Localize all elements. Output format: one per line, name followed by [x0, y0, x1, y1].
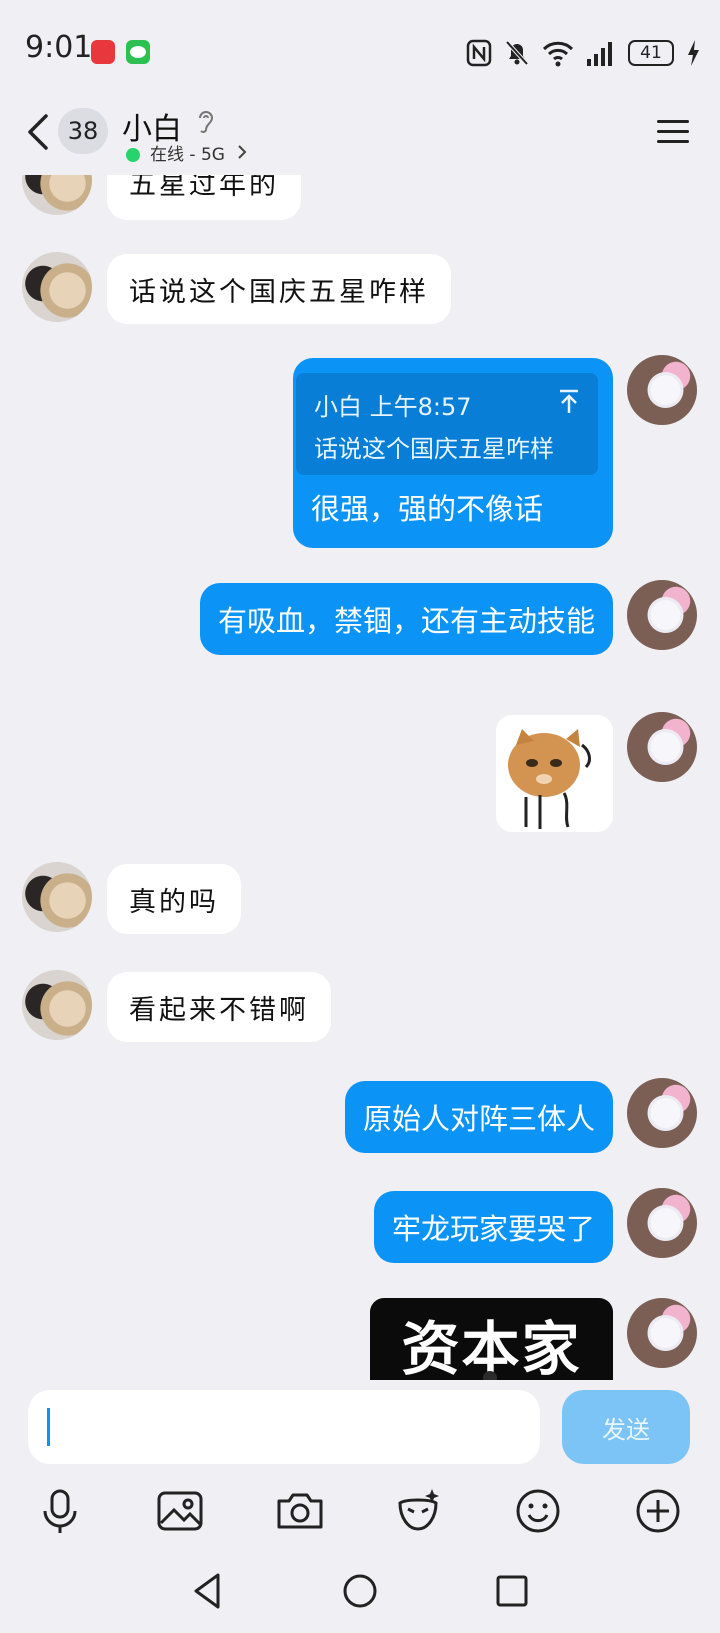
chevron-right-icon[interactable] — [236, 142, 248, 162]
send-button[interactable]: 发送 — [562, 1390, 690, 1464]
message-list[interactable]: 五星过年的 话说这个国庆五星咋样 很强，强的不像话 小白 上午8:57 话说这个… — [0, 175, 720, 1380]
self-avatar[interactable] — [627, 355, 697, 425]
message-text: 很强，强的不像话 — [311, 492, 544, 526]
message-bubble[interactable]: 牢龙玩家要哭了 — [373, 1191, 613, 1263]
message-text: 五星过年的 — [129, 175, 279, 201]
quoted-message[interactable]: 小白 上午8:57 话说这个国庆五星咋样 — [296, 373, 598, 475]
ai-mask-icon[interactable] — [392, 1485, 444, 1537]
person-silhouette — [483, 1371, 497, 1380]
battery-icon: 41 — [628, 40, 674, 66]
jump-to-top-icon[interactable] — [558, 389, 580, 415]
back-arrow-icon[interactable] — [24, 112, 52, 152]
status-time: 9:01 — [25, 30, 93, 65]
plus-icon[interactable] — [632, 1485, 684, 1537]
message-bubble[interactable]: 有吸血，禁锢，还有主动技能 — [199, 583, 613, 655]
self-avatar[interactable] — [627, 580, 697, 650]
mic-icon[interactable] — [34, 1485, 86, 1537]
text-cursor — [47, 1408, 50, 1446]
online-status-dot — [126, 148, 140, 162]
camera-icon[interactable] — [274, 1485, 326, 1537]
menu-icon[interactable] — [656, 118, 690, 146]
system-navigation-bar — [0, 1555, 720, 1633]
message-text: 真的吗 — [129, 886, 219, 918]
nav-home-icon[interactable] — [338, 1569, 382, 1613]
message-bubble[interactable]: 话说这个国庆五星咋样 — [107, 254, 451, 324]
message-text: 原始人对阵三体人 — [362, 1102, 595, 1136]
cat-sticker[interactable] — [496, 715, 613, 832]
cat-sticker-image — [508, 729, 591, 829]
signal-icon — [587, 42, 612, 66]
message-bubble[interactable]: 原始人对阵三体人 — [344, 1081, 613, 1153]
message-bubble[interactable]: 看起来不错啊 — [107, 972, 331, 1042]
nav-back-icon[interactable] — [186, 1569, 230, 1613]
nav-recents-icon[interactable] — [490, 1569, 534, 1613]
charging-icon — [688, 40, 699, 66]
message-text: 牢龙玩家要哭了 — [391, 1212, 595, 1246]
emoji-icon[interactable] — [512, 1485, 564, 1537]
ear-icon[interactable] — [196, 108, 216, 136]
input-area: 发送 — [0, 1380, 720, 1555]
quoted-text: 话说这个国庆五星咋样 — [314, 435, 554, 463]
image-icon[interactable] — [154, 1485, 206, 1537]
online-status-text[interactable]: 在线 - 5G — [150, 140, 225, 165]
message-bubble[interactable]: 五星过年的 — [107, 175, 301, 220]
chat-header: 38 小白 在线 - 5G — [0, 100, 720, 175]
quoted-sender-time: 小白 上午8:57 — [314, 393, 472, 421]
mute-icon — [505, 40, 529, 66]
wechat-icon — [126, 40, 150, 64]
self-avatar[interactable] — [627, 712, 697, 782]
contact-avatar[interactable] — [22, 175, 92, 215]
message-bubble[interactable]: 真的吗 — [107, 864, 241, 934]
self-avatar[interactable] — [627, 1188, 697, 1258]
contact-avatar[interactable] — [22, 970, 92, 1040]
wifi-icon — [542, 41, 574, 67]
unread-count-badge[interactable]: 38 — [58, 108, 108, 154]
status-bar: 9:01 41 — [0, 0, 720, 100]
message-text: 话说这个国庆五星咋样 — [129, 276, 429, 308]
message-text: 看起来不错啊 — [129, 994, 309, 1026]
huawei-appgallery-icon — [91, 40, 115, 64]
nfc-icon — [466, 39, 492, 67]
contact-avatar[interactable] — [22, 862, 92, 932]
input-toolbar — [0, 1485, 720, 1545]
self-avatar[interactable] — [627, 1078, 697, 1148]
contact-avatar[interactable] — [22, 252, 92, 322]
image-message[interactable]: 资本家 — [370, 1298, 613, 1380]
message-input[interactable] — [28, 1390, 540, 1464]
self-avatar[interactable] — [627, 1298, 697, 1368]
message-text: 有吸血，禁锢，还有主动技能 — [217, 604, 595, 638]
